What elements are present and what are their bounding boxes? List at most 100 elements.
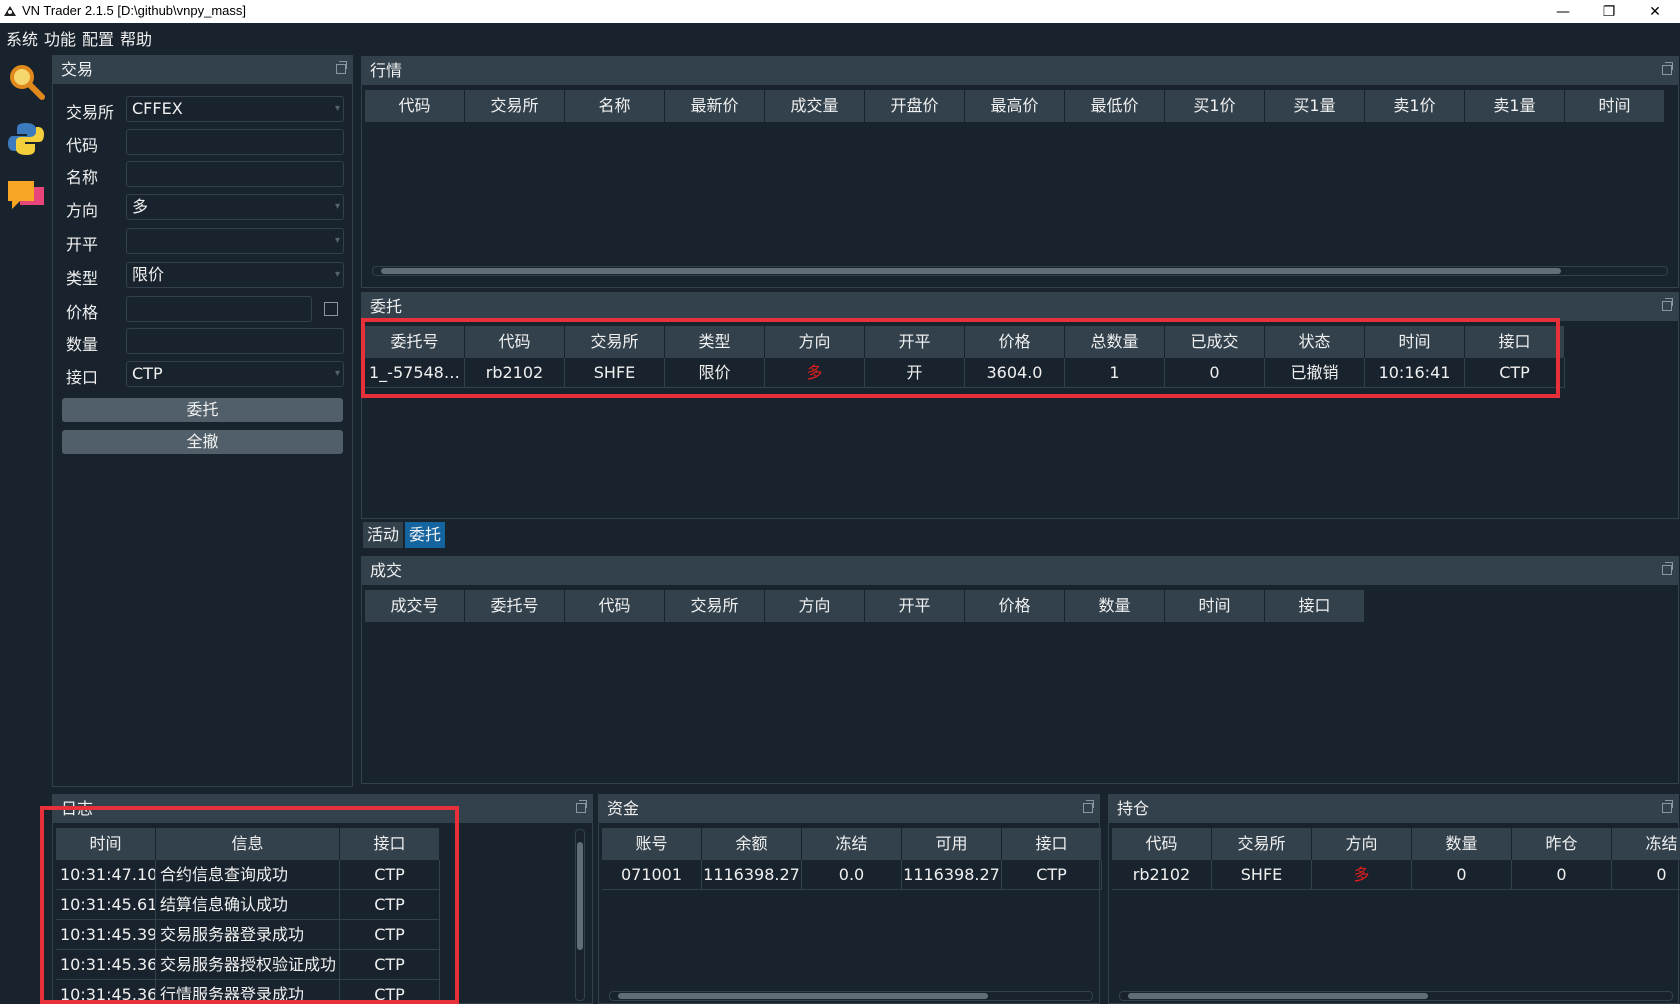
column-header[interactable]: 代码 bbox=[565, 590, 665, 622]
column-header[interactable]: 代码 bbox=[1112, 828, 1212, 860]
column-header[interactable]: 委托号 bbox=[465, 590, 565, 622]
direction-row: 方向 多 bbox=[66, 194, 346, 220]
tab-orders[interactable]: 委托 bbox=[405, 522, 446, 548]
trade-list-panel: 成交 成交号 委托号 代码 交易所 方向 开平 价格 数量 时间 接口 bbox=[361, 556, 1679, 784]
symbol-input[interactable] bbox=[126, 129, 344, 155]
chat-icon[interactable] bbox=[6, 177, 46, 217]
search-icon[interactable] bbox=[6, 61, 46, 101]
column-header[interactable]: 买1量 bbox=[1265, 90, 1365, 122]
volume-input[interactable] bbox=[126, 328, 344, 354]
gateway-label: 接口 bbox=[66, 368, 99, 387]
column-header[interactable]: 最低价 bbox=[1065, 90, 1165, 122]
float-icon[interactable] bbox=[1662, 800, 1673, 813]
title-bar: VN Trader 2.1.5 [D:\github\vnpy_mass] — … bbox=[0, 0, 1680, 23]
column-header[interactable]: 冻结 bbox=[1612, 828, 1680, 860]
name-row: 名称 bbox=[66, 161, 346, 187]
exchange-label: 交易所 bbox=[66, 103, 115, 122]
tick-panel-title: 行情 bbox=[362, 57, 1678, 85]
price-input[interactable] bbox=[126, 296, 312, 322]
app-logo-icon bbox=[4, 6, 16, 16]
column-header[interactable]: 时间 bbox=[1565, 90, 1665, 122]
cancel-all-button[interactable]: 全撤 bbox=[62, 430, 343, 454]
tick-hscrollbar[interactable] bbox=[372, 266, 1668, 276]
column-header[interactable]: 昨仓 bbox=[1512, 828, 1612, 860]
column-header[interactable]: 卖1量 bbox=[1465, 90, 1565, 122]
gateway-select[interactable]: CTP bbox=[126, 361, 344, 387]
column-header[interactable]: 代码 bbox=[365, 90, 465, 122]
type-row: 类型 限价 bbox=[66, 262, 346, 288]
minimize-button[interactable]: — bbox=[1540, 0, 1586, 23]
offset-row: 开平 bbox=[66, 228, 346, 254]
direction-label: 方向 bbox=[66, 201, 99, 220]
log-vscrollbar[interactable] bbox=[575, 829, 585, 1001]
float-icon[interactable] bbox=[336, 61, 347, 74]
python-icon[interactable] bbox=[6, 119, 46, 159]
table-cell: 0.0 bbox=[802, 860, 902, 890]
column-header[interactable]: 最高价 bbox=[965, 90, 1065, 122]
float-icon[interactable] bbox=[1662, 562, 1673, 575]
column-header[interactable]: 可用 bbox=[902, 828, 1002, 860]
position-panel-title: 持仓 bbox=[1109, 795, 1678, 823]
column-header[interactable]: 数量 bbox=[1412, 828, 1512, 860]
column-header[interactable]: 交易所 bbox=[465, 90, 565, 122]
close-button[interactable]: ✕ bbox=[1632, 0, 1678, 23]
menu-bar: 系统 功能 配置 帮助 bbox=[0, 23, 1680, 53]
column-header[interactable]: 开盘价 bbox=[865, 90, 965, 122]
account-hscrollbar[interactable] bbox=[609, 991, 1093, 1001]
column-header[interactable]: 交易所 bbox=[1212, 828, 1312, 860]
column-header[interactable]: 时间 bbox=[1165, 590, 1265, 622]
column-header[interactable]: 开平 bbox=[865, 590, 965, 622]
column-header[interactable]: 数量 bbox=[1065, 590, 1165, 622]
restore-button[interactable]: ❐ bbox=[1586, 0, 1632, 23]
column-header[interactable]: 余额 bbox=[702, 828, 802, 860]
column-header[interactable]: 买1价 bbox=[1165, 90, 1265, 122]
window-title: VN Trader 2.1.5 [D:\github\vnpy_mass] bbox=[22, 3, 246, 18]
table-cell: 1116398.27 bbox=[902, 860, 1002, 890]
type-select[interactable]: 限价 bbox=[126, 262, 344, 288]
position-panel: 持仓 代码 交易所 方向 数量 昨仓 冻结 rb2102 SHFE 多 0 0 0 bbox=[1108, 794, 1680, 1004]
volume-label: 数量 bbox=[66, 335, 99, 354]
name-label: 名称 bbox=[66, 168, 99, 187]
name-input[interactable] bbox=[126, 161, 344, 187]
menu-config[interactable]: 配置 bbox=[82, 26, 114, 50]
position-hscrollbar[interactable] bbox=[1119, 991, 1673, 1001]
table-row[interactable]: rb2102 SHFE 多 0 0 0 bbox=[1112, 860, 1680, 890]
column-header[interactable]: 价格 bbox=[965, 590, 1065, 622]
price-row: 价格 bbox=[66, 296, 346, 322]
menu-function[interactable]: 功能 bbox=[44, 26, 76, 50]
tick-panel: 行情 代码 交易所 名称 最新价 成交量 开盘价 最高价 最低价 买1价 买1量 卖1价 卖1量 时间 bbox=[361, 56, 1679, 288]
table-cell: 071001 bbox=[602, 860, 702, 890]
float-icon[interactable] bbox=[1662, 298, 1673, 311]
column-header[interactable]: 最新价 bbox=[665, 90, 765, 122]
gateway-row: 接口 CTP bbox=[66, 361, 346, 387]
direction-select[interactable]: 多 bbox=[126, 194, 344, 220]
type-label: 类型 bbox=[66, 269, 99, 288]
menu-help[interactable]: 帮助 bbox=[120, 26, 152, 50]
column-header[interactable]: 冻结 bbox=[802, 828, 902, 860]
volume-row: 数量 bbox=[66, 328, 346, 354]
column-header[interactable]: 成交量 bbox=[765, 90, 865, 122]
column-header[interactable]: 方向 bbox=[1312, 828, 1412, 860]
column-header[interactable]: 名称 bbox=[565, 90, 665, 122]
column-header[interactable]: 交易所 bbox=[665, 590, 765, 622]
column-header[interactable]: 成交号 bbox=[365, 590, 465, 622]
column-header[interactable]: 卖1价 bbox=[1365, 90, 1465, 122]
account-panel-title: 资金 bbox=[599, 795, 1099, 823]
exchange-select[interactable]: CFFEX bbox=[126, 96, 344, 122]
offset-select[interactable] bbox=[126, 228, 344, 254]
tab-active-orders[interactable]: 活动 bbox=[363, 522, 404, 548]
send-order-button[interactable]: 委托 bbox=[62, 398, 343, 422]
table-cell: SHFE bbox=[1212, 860, 1312, 890]
price-checkbox[interactable] bbox=[324, 302, 338, 316]
float-icon[interactable] bbox=[1083, 800, 1094, 813]
menu-system[interactable]: 系统 bbox=[6, 26, 38, 50]
column-header[interactable]: 方向 bbox=[765, 590, 865, 622]
column-header[interactable]: 账号 bbox=[602, 828, 702, 860]
column-header[interactable]: 接口 bbox=[1265, 590, 1365, 622]
order-highlight-box bbox=[361, 318, 1560, 398]
table-row[interactable]: 071001 1116398.27 0.0 1116398.27 CTP bbox=[602, 860, 1102, 890]
float-icon[interactable] bbox=[576, 800, 587, 813]
table-cell: 0 bbox=[1612, 860, 1680, 890]
float-icon[interactable] bbox=[1662, 62, 1673, 75]
column-header[interactable]: 接口 bbox=[1002, 828, 1102, 860]
